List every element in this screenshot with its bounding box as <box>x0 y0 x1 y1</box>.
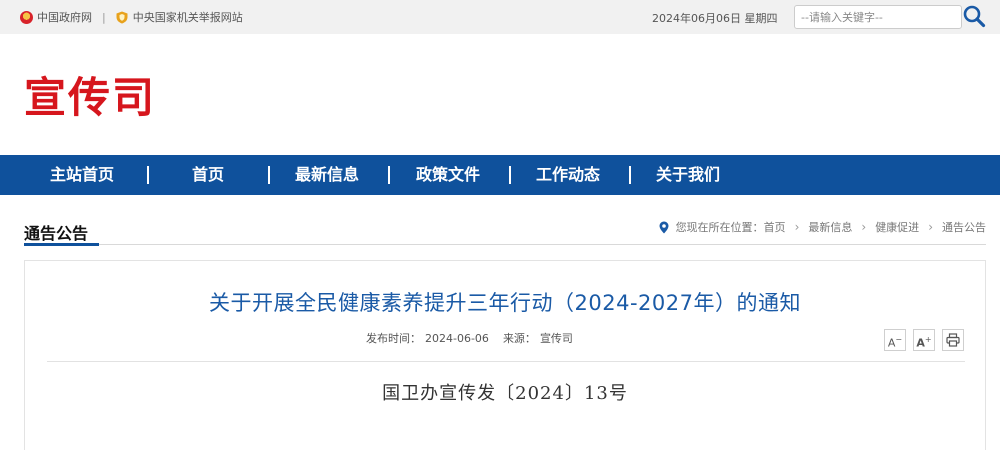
current-date: 2024年06月06日 星期四 <box>652 12 778 25</box>
article-meta: 发布时间： 2024-06-06 来源： 宣传司 <box>366 330 577 346</box>
publish-date: 2024-06-06 <box>425 332 489 345</box>
source-label: 来源： <box>502 332 536 345</box>
font-decrease-button[interactable]: A− <box>884 329 906 351</box>
source-value: 宣传司 <box>539 332 573 345</box>
ccdi-report-label: 中央国家机关举报网站 <box>132 11 243 24</box>
nav-item-policy[interactable]: 政策文件 <box>416 155 480 195</box>
main-nav: 主站首页 首页 最新信息 政策文件 工作动态 关于我们 <box>0 155 1000 195</box>
shield-icon <box>116 11 128 23</box>
article-meta-divider <box>47 361 965 362</box>
nav-separator <box>147 166 149 184</box>
gov-portal-link[interactable]: 中国政府网 <box>20 9 92 25</box>
nav-separator <box>268 166 270 184</box>
section-divider <box>24 244 986 245</box>
breadcrumb-location-label: 您现在所在位置： <box>675 221 764 234</box>
font-increase-label: A <box>916 336 925 350</box>
site-brand-title[interactable]: 宣传司 <box>24 64 156 125</box>
search-input[interactable] <box>801 9 951 25</box>
nav-separator <box>509 166 511 184</box>
article-panel: 关于开展全民健康素养提升三年行动（2024-2027年）的通知 发布时间： 202… <box>24 260 986 450</box>
nav-item-about[interactable]: 关于我们 <box>656 155 720 195</box>
top-links-divider: | <box>102 10 106 24</box>
breadcrumb-health-promotion[interactable]: 健康促进 <box>875 219 919 235</box>
section-title: 通告公告 <box>24 224 89 243</box>
print-button[interactable] <box>942 329 964 351</box>
top-links: 中国政府网 | 中央国家机关举报网站 <box>20 9 243 25</box>
article-title: 关于开展全民健康素养提升三年行动（2024-2027年）的通知 <box>209 291 801 315</box>
breadcrumb-latest[interactable]: 最新信息 <box>808 219 852 235</box>
minus-icon: − <box>895 335 903 344</box>
document-number: 国卫办宣传发〔2024〕13号 <box>382 383 628 404</box>
location-pin-icon <box>659 221 669 233</box>
breadcrumb: 您现在所在位置： 首页 › 最新信息 › 健康促进 › 通告公告 <box>659 219 986 235</box>
nav-item-work-news[interactable]: 工作动态 <box>536 155 600 195</box>
breadcrumb-arrow: › <box>794 220 800 234</box>
nav-item-latest[interactable]: 最新信息 <box>295 155 359 195</box>
nav-item-home[interactable]: 首页 <box>192 155 224 195</box>
breadcrumb-home[interactable]: 首页 <box>764 219 786 235</box>
nav-separator <box>388 166 390 184</box>
print-icon <box>946 333 960 347</box>
section-title-underline <box>24 243 99 246</box>
national-emblem-icon <box>20 10 33 24</box>
ccdi-report-link[interactable]: 中央国家机关举报网站 <box>116 9 243 25</box>
search-icon[interactable] <box>962 4 986 28</box>
plus-icon: + <box>924 335 932 344</box>
search-box <box>794 5 962 29</box>
breadcrumb-arrow: › <box>928 220 933 234</box>
top-bar: 中国政府网 | 中央国家机关举报网站 2024年06月06日 星期四 <box>0 0 1000 34</box>
publish-time-label: 发布时间： <box>366 332 421 345</box>
breadcrumb-arrow: › <box>861 220 867 234</box>
font-increase-button[interactable]: A+ <box>913 329 935 351</box>
nav-item-main-home[interactable]: 主站首页 <box>50 155 114 195</box>
breadcrumb-current[interactable]: 通告公告 <box>942 219 986 235</box>
gov-portal-label: 中国政府网 <box>37 11 92 24</box>
nav-separator <box>629 166 631 184</box>
